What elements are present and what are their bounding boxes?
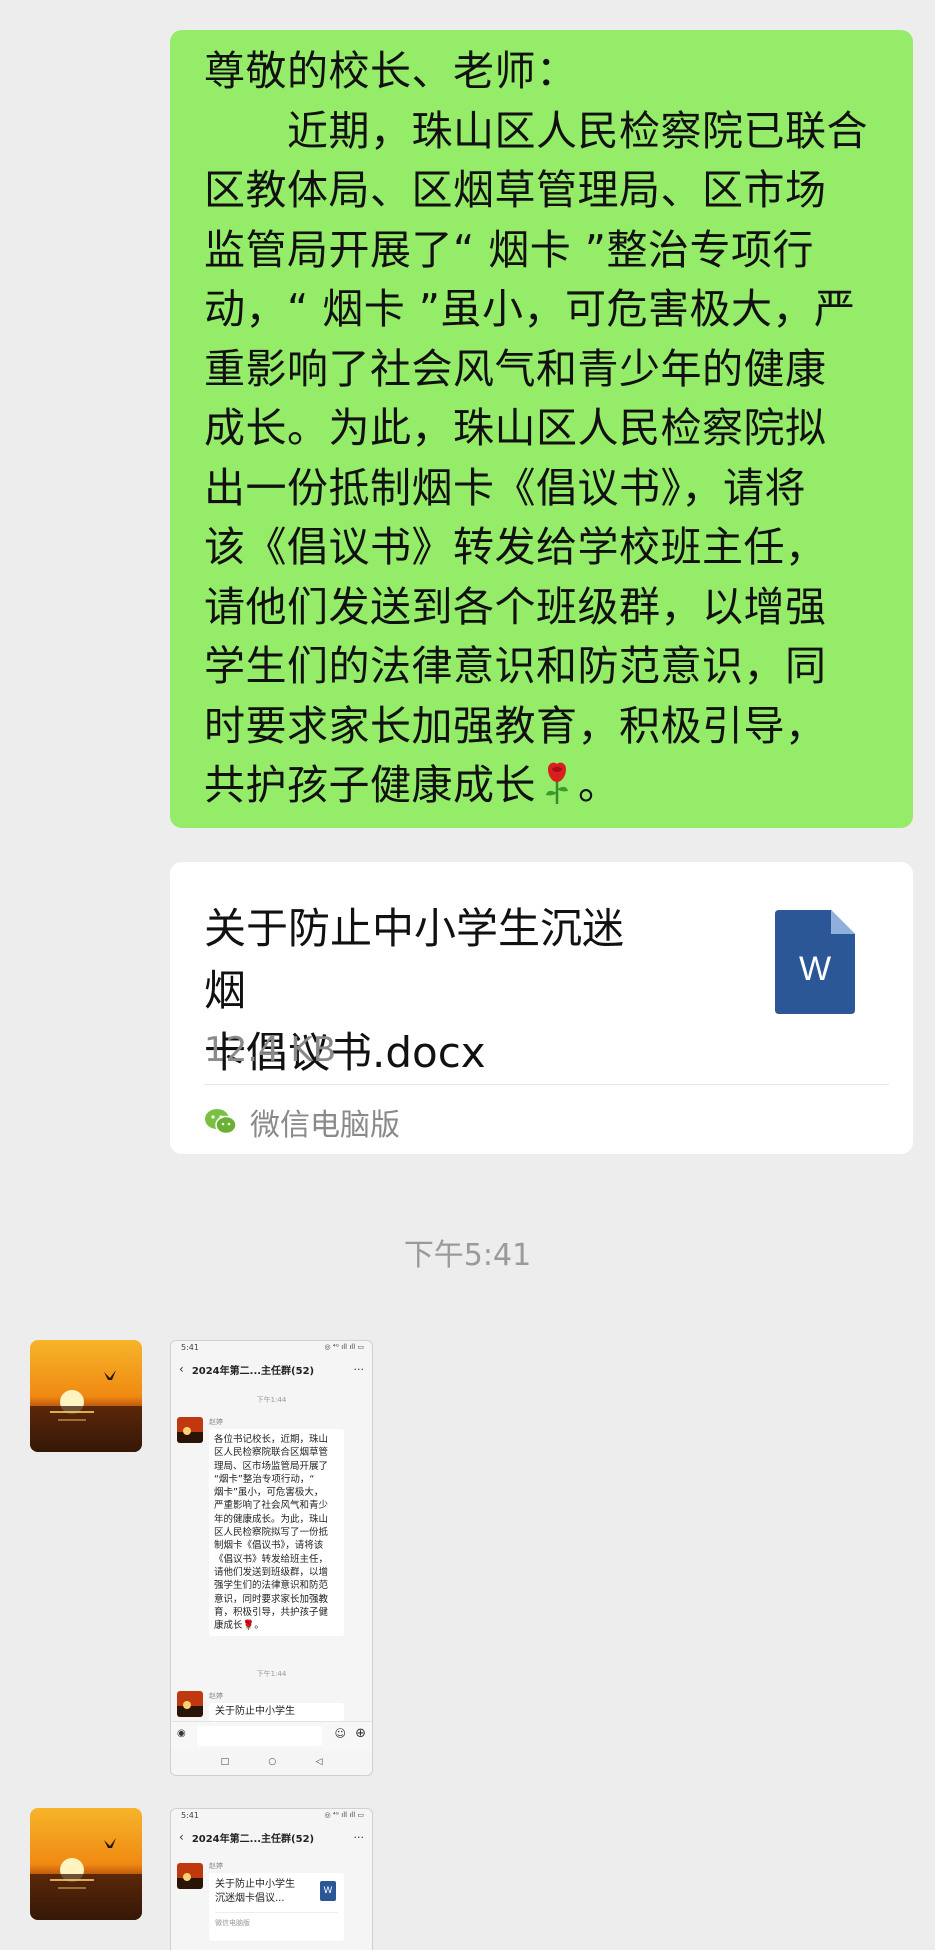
status-icons: ◎ ⁴ᴳ ıll ıll ▭ — [324, 1343, 364, 1351]
card-divider — [204, 1084, 889, 1085]
group-title: 2024年第二...主任群(52) — [191, 1365, 315, 1377]
voice-icon: ◉ — [177, 1728, 186, 1739]
message-line: 出一份抵制烟卡《倡议书》，请将 — [204, 463, 806, 512]
screenshot-message: 各位书记校长，近期，珠山 区人民检察院联合区烟草管 理局、区市场监管局开展了 “… — [209, 1429, 344, 1637]
mini-avatar — [177, 1863, 203, 1889]
sender-name: 赵婷 — [209, 1692, 223, 1700]
screenshot-message-line: 制烟卡《倡议书》，请将该 — [214, 1540, 324, 1552]
screenshot-message-line: “烟卡”整治专项行动，“ — [214, 1473, 315, 1485]
back-icon: ‹ — [179, 1362, 184, 1376]
message-line: 动，“ 烟卡 ”虽小，可危害极大，严 — [204, 285, 856, 333]
wechat-icon — [205, 1109, 237, 1135]
back-icon: ‹ — [179, 1830, 184, 1844]
screenshot-input-bar: ◉ ☺ ⊕ — [171, 1721, 372, 1750]
recent-apps-icon: □ — [220, 1757, 230, 1767]
chat-screenshot-image[interactable]: 5:41 ◎ ⁴ᴳ ıll ıll ▭ ‹ 2024年第二...主任群(52) … — [170, 1808, 373, 1950]
screenshot-input-field — [197, 1726, 322, 1746]
file-message-card[interactable]: 关于防止中小学生沉迷烟 卡倡议书.docx 12.4 KB W 微信电脑版 — [170, 862, 913, 1154]
word-document-icon: W — [775, 910, 855, 1014]
card-source: 微信电脑版 — [204, 1098, 400, 1146]
sunset-avatar-image — [30, 1808, 142, 1920]
group-title: 2024年第二...主任群(52) — [191, 1833, 315, 1845]
sender-name: 赵婷 — [209, 1418, 223, 1426]
screenshot-header: ‹ 2024年第二...主任群(52) ··· — [171, 1357, 372, 1381]
mini-avatar — [177, 1417, 203, 1443]
chat-timestamp: 下午5:41 — [403, 1238, 532, 1273]
screenshot-message-line: 理局、区市场监管局开展了 — [214, 1460, 329, 1472]
sender-avatar[interactable] — [30, 1808, 142, 1920]
back-nav-icon: ◁ — [315, 1757, 323, 1767]
screenshot-message-line: 育，积极引导，共护孩子健 — [214, 1606, 329, 1618]
message-line-last: 共护孩子健康成长 。 — [204, 756, 885, 816]
message-line: 监管局开展了“ 烟卡 ”整治专项行 — [204, 225, 815, 274]
sender-avatar[interactable] — [30, 1340, 142, 1452]
chat-screenshot-image[interactable]: 5:41 ◎ ⁴ᴳ ıll ıll ▭ ‹ 2024年第二...主任群(52) … — [170, 1340, 373, 1776]
screenshot-header: ‹ 2024年第二...主任群(52) ··· — [171, 1825, 372, 1849]
file-size: 12.4 KB — [204, 1030, 337, 1070]
status-icons: ◎ ⁴ᴳ ıll ıll ▭ — [324, 1811, 364, 1819]
message-text: 。 — [578, 761, 620, 809]
message-text: 共护孩子健康成长 — [204, 761, 536, 809]
home-icon: ○ — [268, 1757, 277, 1767]
message-line: 成长。为此，珠山区人民检察院拟 — [204, 404, 827, 452]
mini-avatar — [177, 1691, 203, 1717]
screenshot-file-card: 关于防止中小学生 沉迷烟卡倡议... W 微信电脑版 — [209, 1873, 344, 1941]
status-time: 5:41 — [181, 1343, 199, 1352]
screenshot-file-source: 微信电脑版 — [215, 1912, 338, 1930]
status-time: 5:41 — [181, 1811, 199, 1820]
screenshot-message-line: 意识，同时要求家长加强教 — [214, 1593, 329, 1605]
source-label: 微信电脑版 — [250, 1108, 400, 1143]
screenshot-message-line: 烟卡”虽小，可危害极大， — [214, 1487, 324, 1499]
more-icon: ··· — [353, 1830, 365, 1844]
rose-icon — [546, 762, 568, 804]
screenshot-message-line: 各位书记校长，近期，珠山 — [214, 1434, 329, 1445]
message-line: 区教体局、区烟草管理局、区市场 — [204, 166, 827, 214]
screenshot-message-line: 区人民检察院联合区烟草管 — [214, 1447, 329, 1459]
screenshot-nav-bar: □ ○ ◁ — [171, 1749, 372, 1775]
message-line: 尊敬的校长、老师： — [204, 47, 578, 95]
announcement-message-bubble[interactable]: 尊敬的校长、老师： 近期，珠山区人民检察院已联合 区教体局、区烟草管理局、区市场… — [170, 30, 913, 828]
screenshot-message-line: 康成长🌹。 — [214, 1620, 264, 1632]
screenshot-message-line: 严重影响了社会风气和青少 — [214, 1500, 329, 1512]
sender-name: 赵婷 — [209, 1862, 223, 1870]
file-name-line: 关于防止中小学生沉迷烟 — [204, 904, 625, 1015]
screenshot-timestamp: 下午1:44 — [256, 1396, 287, 1404]
emoji-icon: ☺ — [334, 1727, 346, 1740]
screenshot-message-line: 请他们发送到班级群，以增 — [214, 1566, 329, 1578]
screenshot-message-line: 年的健康成长。为此，珠山 — [214, 1513, 329, 1525]
screenshot-file-preview: 关于防止中小学生 — [209, 1703, 344, 1721]
screenshot-message-line: 强学生们的法律意识和防范 — [214, 1580, 329, 1592]
word-icon-letter: W — [799, 950, 831, 988]
message-line: 重影响了社会风气和青少年的健康 — [204, 344, 827, 393]
sunset-avatar-image — [30, 1340, 142, 1452]
more-icon: ··· — [353, 1362, 365, 1376]
screenshot-file-name: 关于防止中小学生 — [215, 1706, 295, 1717]
screenshot-timestamp: 下午1:44 — [256, 1670, 287, 1678]
message-line: 时要求家长加强教育，积极引导， — [204, 701, 827, 750]
message-line: 近期，珠山区人民检察院已联合 — [204, 106, 868, 155]
message-line: 请他们发送到各个班级群，以增强 — [204, 582, 827, 631]
message-line: 学生们的法律意识和防范意识，同 — [204, 642, 827, 690]
screenshot-message-line: 《倡议书》转发给班主任， — [214, 1553, 329, 1565]
plus-icon: ⊕ — [355, 1726, 366, 1741]
message-line: 该《倡议书》转发给学校班主任， — [204, 523, 827, 571]
word-document-icon: W — [320, 1881, 336, 1901]
screenshot-message-line: 区人民检察院拟写了一份抵 — [214, 1527, 329, 1539]
